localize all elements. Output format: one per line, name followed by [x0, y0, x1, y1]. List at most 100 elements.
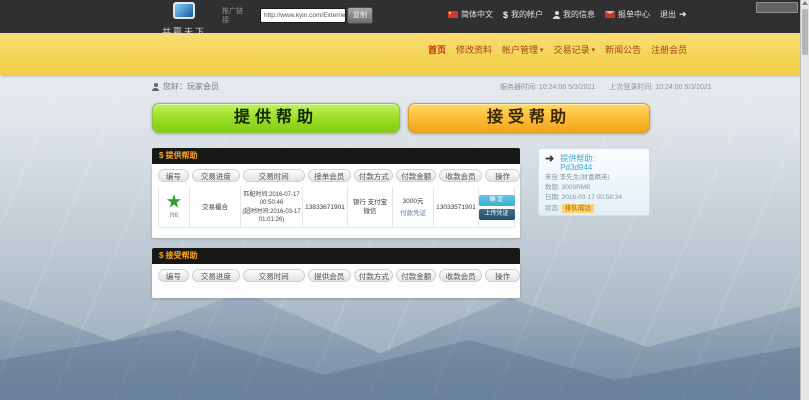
- cell-id: R6: [158, 187, 190, 227]
- column-header[interactable]: 操作: [485, 169, 520, 182]
- timeout-time: (超时时间:2016-03-17 01:01:26): [242, 208, 301, 223]
- chevron-down-icon: ▾: [540, 46, 544, 54]
- column-header[interactable]: 付款金额: [396, 269, 436, 282]
- nav-item-account-management[interactable]: 帐户管理 ▾: [502, 43, 544, 56]
- nav-item-home[interactable]: 首页: [428, 43, 446, 56]
- page: 共赢天下 推广链接: http://www.kyin.com/ExterneRe…: [0, 0, 809, 400]
- scroll-up-arrow[interactable]: [802, 1, 808, 5]
- status-label: 状态:: [545, 205, 560, 212]
- account-label: 我的帐户: [511, 10, 544, 19]
- accept-table-header-row: 编号 交易进度 交易时间 提供会员 付款方式 付款金额 收款会员 操作: [152, 264, 520, 282]
- cell-pay-method: 银行 支付宝 微信: [348, 187, 393, 227]
- status-badge: 排队成功: [561, 204, 594, 213]
- nav-label: 注册会员: [651, 45, 688, 55]
- order-status-line: 状态: 排队成功: [545, 204, 643, 213]
- nav-item-news[interactable]: 新闻公告: [605, 43, 641, 56]
- report-center-link[interactable]: 报单中心: [605, 9, 650, 20]
- nav-item-register[interactable]: 注册会员: [651, 43, 687, 56]
- accept-help-button[interactable]: 接受帮助: [408, 103, 650, 133]
- language-label: 简体中文: [461, 10, 493, 19]
- logo-icon: [173, 2, 195, 19]
- column-header[interactable]: 收款会员: [438, 169, 483, 182]
- nav-label: 修改资料: [456, 45, 493, 55]
- nav-label: 帐户管理: [502, 45, 539, 55]
- login-times: 服务器时间: 10:24:08 5/3/2021 上次登录时间: 10:24:0…: [500, 82, 712, 92]
- order-type-label: 提供帮助:: [560, 154, 595, 163]
- column-header[interactable]: 编号: [158, 169, 189, 182]
- user-greeting: 您好：玩家会员: [152, 81, 219, 92]
- order-summary-card: ➜ 提供帮助: Pd3d944 来自:李先生(财富精英) 数额: 3000RMB…: [538, 148, 650, 216]
- provide-section-header: $ 提供帮助: [152, 148, 520, 164]
- last-login-time: 上次登录时间: 10:24:00 5/3/2021: [609, 84, 712, 91]
- person-icon: [152, 82, 159, 91]
- nav-label: 首页: [428, 45, 447, 55]
- nav-item-transaction-records[interactable]: 交易记录 ▾: [554, 43, 596, 56]
- upload-voucher-button[interactable]: 上传凭证: [478, 208, 515, 220]
- accept-table-panel: 编号 交易进度 交易时间 提供会员 付款方式 付款金额 收款会员 操作: [152, 264, 520, 298]
- accept-section-title: $ 接受帮助: [159, 251, 198, 260]
- logo-text: 共赢天下: [161, 27, 206, 37]
- nav-item-edit-profile[interactable]: 修改资料: [456, 43, 492, 56]
- column-header[interactable]: 接单会员: [307, 169, 351, 182]
- column-header[interactable]: 交易进度: [191, 169, 240, 182]
- dollar-icon: $: [503, 9, 509, 20]
- column-header[interactable]: 付款方式: [353, 269, 394, 282]
- mail-icon: [605, 11, 616, 18]
- column-header[interactable]: 操作: [485, 269, 520, 282]
- order-card-header: ➜ 提供帮助: Pd3d944: [545, 154, 643, 173]
- greeting-text: 您好：玩家会员: [163, 82, 219, 91]
- provide-table-header-row: 编号 交易进度 交易时间 接单会员 付款方式 付款金额 收款会员 操作: [152, 164, 520, 182]
- provide-section-title: $ 提供帮助: [159, 151, 198, 160]
- cell-time: 匹配时间:2016-07-17 00:50:46 (超时时间:2016-03-1…: [241, 187, 303, 227]
- order-id[interactable]: Pd3d944: [560, 163, 594, 172]
- nav-items: 首页 修改资料 帐户管理 ▾ 交易记录 ▾ 新闻公告 注册会员: [428, 43, 687, 56]
- column-header[interactable]: 交易时间: [243, 269, 305, 282]
- nav-label: 新闻公告: [605, 45, 642, 55]
- vertical-scrollbar[interactable]: [800, 0, 809, 400]
- browser-tooltip: [756, 2, 798, 13]
- provide-table-panel: 编号 交易进度 交易时间 接单会员 付款方式 付款金额 收款会员 操作 R6 交…: [152, 164, 520, 238]
- table-row: R6 交易撮合 匹配时间:2016-07-17 00:50:46 (超时时间:2…: [158, 187, 515, 228]
- column-header[interactable]: 付款方式: [353, 169, 394, 182]
- column-header[interactable]: 收款会员: [438, 269, 483, 282]
- background-polygon: [0, 330, 809, 400]
- scrollbar-thumb[interactable]: [802, 9, 808, 55]
- flag-icon: [448, 11, 458, 18]
- column-header[interactable]: 交易进度: [191, 269, 240, 282]
- cell-receive-member: 13033571901: [434, 187, 479, 227]
- status-bar: 您好：玩家会员 服务器时间: 10:24:08 5/3/2021 上次登录时间:…: [0, 80, 801, 94]
- cell-taker-member: 13833671901: [303, 187, 348, 227]
- logout-link[interactable]: 退出 ➜: [660, 9, 687, 20]
- person-icon: [553, 10, 561, 19]
- star-icon: [166, 194, 182, 208]
- chevron-down-icon: ▾: [591, 46, 596, 54]
- main-navbar: 首页 修改资料 帐户管理 ▾ 交易记录 ▾ 新闻公告 注册会员: [0, 33, 809, 75]
- confirm-button[interactable]: 确 定: [478, 194, 515, 206]
- payment-voucher-link[interactable]: 付款凭证: [400, 209, 426, 218]
- report-center-label: 报单中心: [618, 10, 651, 19]
- column-header[interactable]: 交易时间: [243, 169, 305, 182]
- top-bar: 共赢天下 推广链接: http://www.kyin.com/ExterneRe…: [0, 0, 809, 37]
- order-date: 日期: 2016-03-17 00:58:34: [545, 194, 622, 201]
- language-link[interactable]: 简体中文: [448, 9, 493, 20]
- order-amount: 数额: 3000RMB: [545, 184, 591, 191]
- logout-label: 退出: [660, 10, 677, 19]
- provide-help-button[interactable]: 提供帮助: [152, 103, 400, 133]
- column-header[interactable]: 付款金额: [396, 169, 436, 182]
- site-logo[interactable]: 共赢天下: [158, 2, 210, 38]
- column-header[interactable]: 提供会员: [307, 269, 351, 282]
- my-info-link[interactable]: 我的信息: [553, 9, 595, 20]
- promo-url-input[interactable]: http://www.kyin.com/ExterneRegist: [260, 8, 346, 23]
- pay-amount: 3000元: [402, 197, 424, 205]
- my-info-label: 我的信息: [563, 10, 596, 19]
- copy-button[interactable]: 复制: [347, 7, 373, 24]
- cell-operations: 确 定 上传凭证: [478, 187, 515, 227]
- promo-link-label: 推广链接:: [222, 8, 243, 24]
- top-links: 简体中文 $ 我的帐户 我的信息 报单中心 退出 ➜: [448, 9, 687, 20]
- order-from: 来自:李先生(财富精英): [545, 174, 610, 181]
- column-header[interactable]: 编号: [158, 269, 189, 282]
- account-link[interactable]: $ 我的帐户: [503, 9, 543, 20]
- cell-pay-amount: 3000元 付款凭证: [393, 187, 434, 227]
- accept-section-header: $ 接受帮助: [152, 248, 520, 264]
- nav-label: 交易记录: [553, 45, 590, 55]
